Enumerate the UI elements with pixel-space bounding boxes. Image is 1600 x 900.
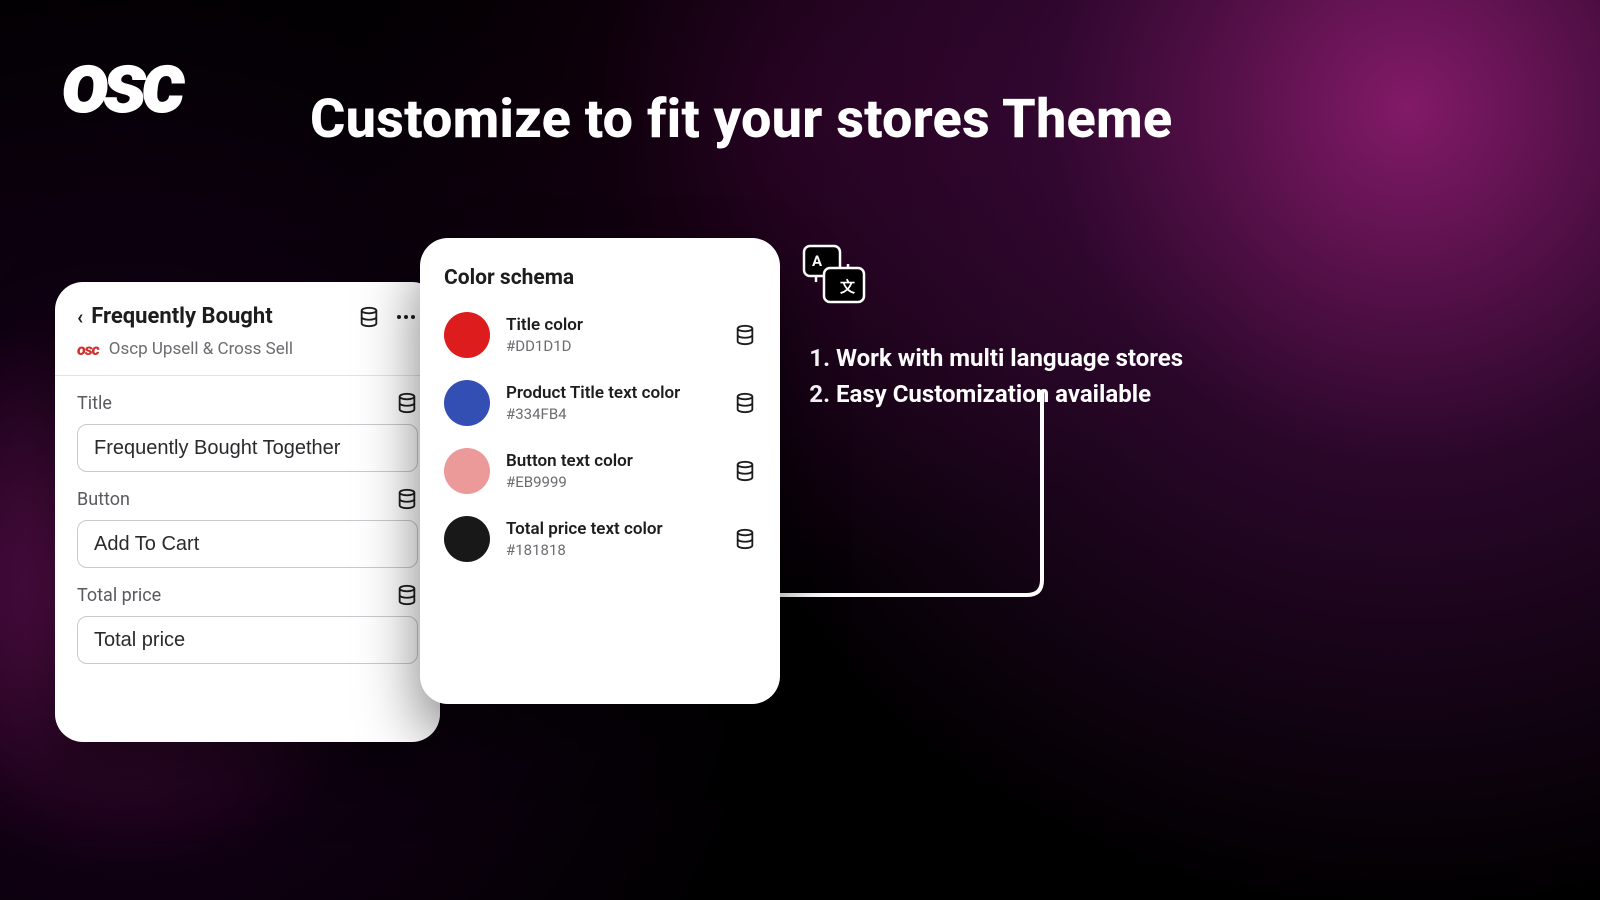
database-icon[interactable]: [396, 584, 418, 606]
color-hex: #DD1D1D: [506, 337, 718, 355]
button-input[interactable]: [77, 520, 418, 568]
color-card-title: Color schema: [444, 266, 756, 290]
color-row[interactable]: Total price text color #181818: [444, 516, 756, 562]
settings-card: ‹ Frequently Bought osc Oscp Upsell & Cr…: [55, 282, 440, 742]
color-schema-card: Color schema Title color #DD1D1D Product T…: [420, 238, 780, 704]
title-field-label: Title: [77, 393, 112, 414]
database-icon[interactable]: [734, 324, 756, 346]
translate-icon: A 文: [798, 240, 870, 312]
app-logo-icon: osc: [77, 340, 99, 359]
page-title: Customize to fit your stores Theme: [310, 88, 1172, 151]
database-icon[interactable]: [358, 306, 380, 328]
color-hex: #334FB4: [506, 405, 718, 423]
database-icon[interactable]: [396, 392, 418, 414]
color-swatch: [444, 516, 490, 562]
svg-text:A: A: [812, 252, 823, 270]
feature-bullets: Work with multi language storesEasy Cust…: [808, 340, 1183, 412]
color-swatch: [444, 312, 490, 358]
color-label: Total price text color: [506, 519, 718, 539]
database-icon[interactable]: [734, 392, 756, 414]
color-row[interactable]: Button text color #EB9999: [444, 448, 756, 494]
feature-bullet: Work with multi language stores: [836, 340, 1183, 376]
color-swatch: [444, 380, 490, 426]
color-row[interactable]: Product Title text color #334FB4: [444, 380, 756, 426]
callout-connector: [772, 390, 1050, 600]
color-swatch: [444, 448, 490, 494]
svg-text:文: 文: [840, 278, 856, 296]
back-button[interactable]: ‹: [77, 305, 83, 329]
color-label: Title color: [506, 315, 718, 335]
feature-bullet: Easy Customization available: [836, 376, 1183, 412]
button-field-label: Button: [77, 489, 130, 510]
app-name: Oscp Upsell & Cross Sell: [109, 339, 293, 359]
database-icon[interactable]: [734, 460, 756, 482]
color-hex: #EB9999: [506, 473, 718, 491]
color-label: Button text color: [506, 451, 718, 471]
more-button[interactable]: [394, 305, 418, 329]
settings-card-title: Frequently Bought: [91, 304, 358, 329]
brand-logo: osc: [62, 52, 180, 114]
totalprice-input[interactable]: [77, 616, 418, 664]
title-input[interactable]: [77, 424, 418, 472]
database-icon[interactable]: [734, 528, 756, 550]
database-icon[interactable]: [396, 488, 418, 510]
color-hex: #181818: [506, 541, 718, 559]
color-label: Product Title text color: [506, 383, 718, 403]
color-row[interactable]: Title color #DD1D1D: [444, 312, 756, 358]
totalprice-field-label: Total price: [77, 585, 161, 606]
